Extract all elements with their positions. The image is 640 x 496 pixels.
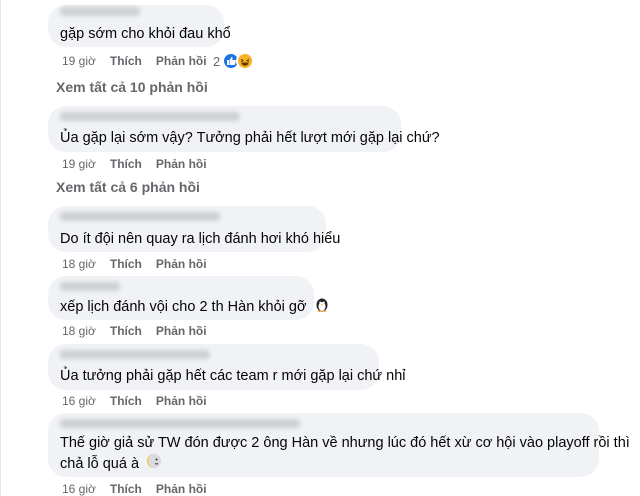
comment-actions: 18 giờ Thích Phản hồi xyxy=(62,323,221,339)
reply-button[interactable]: Phản hồi xyxy=(156,54,207,68)
view-all-replies-link[interactable]: Xem tất cả 6 phản hồi xyxy=(56,179,200,195)
comment-time[interactable]: 19 giờ xyxy=(62,157,96,171)
comment-text-content: xếp lịch đánh vội cho 2 th Hàn khỏi gỡ xyxy=(60,298,307,315)
comment-text: Ủa tưởng phải gặp hết các team r mới gặp… xyxy=(60,368,406,384)
comment-text-line1: Thế giờ giả sử TW đón được 2 ông Hàn về … xyxy=(60,435,630,451)
author-name-redacted xyxy=(60,350,210,359)
reply-button[interactable]: Phản hồi xyxy=(156,394,207,408)
like-button[interactable]: Thích xyxy=(110,157,142,171)
comment-bubble: Ủa tưởng phải gặp hết các team r mới gặp… xyxy=(48,344,406,390)
like-button[interactable]: Thích xyxy=(110,482,142,496)
author-name-redacted xyxy=(60,7,140,16)
reply-button[interactable]: Phản hồi xyxy=(156,324,207,338)
reply-button[interactable]: Phản hồi xyxy=(156,257,207,271)
author-name-redacted xyxy=(60,419,300,428)
comment-time[interactable]: 16 giờ xyxy=(62,394,96,408)
moon-emoji xyxy=(146,453,162,475)
like-button[interactable]: Thích xyxy=(110,394,142,408)
comment-time[interactable]: 19 giờ xyxy=(62,54,96,68)
comment-actions: 19 giờ Thích Phản hồi xyxy=(62,156,221,172)
author-name-redacted xyxy=(60,112,240,121)
comment-actions: 19 giờ Thích Phản hồi xyxy=(62,53,221,69)
like-button[interactable]: Thích xyxy=(110,324,142,338)
comment-text-content: chả lỗ quá à xyxy=(60,455,140,472)
penguin-emoji xyxy=(314,296,330,318)
comment-time[interactable]: 18 giờ xyxy=(62,257,96,271)
like-button[interactable]: Thích xyxy=(110,54,142,68)
comment-bubble: Thế giờ giả sử TW đón được 2 ông Hàn về … xyxy=(48,413,630,477)
haha-icon xyxy=(236,52,255,70)
author-name-redacted xyxy=(60,212,220,221)
reply-button[interactable]: Phản hồi xyxy=(156,482,207,496)
comment-actions: 16 giờ Thích Phản hồi xyxy=(62,393,221,409)
comment-text: Ủa gặp lại sớm vậy? Tưởng phải hết lượt … xyxy=(60,130,440,146)
comment-bubble: xếp lịch đánh vội cho 2 th Hàn khỏi gỡ xyxy=(48,276,328,320)
comment-actions: 16 giờ Thích Phản hồi xyxy=(62,481,221,496)
comment-actions: 18 giờ Thích Phản hồi xyxy=(62,256,221,272)
like-button[interactable]: Thích xyxy=(110,257,142,271)
comment-time[interactable]: 18 giờ xyxy=(62,324,96,338)
comment-bubble: gặp sớm cho khỏi đau khổ xyxy=(48,5,231,47)
view-all-replies-link[interactable]: Xem tất cả 10 phản hồi xyxy=(56,79,208,95)
comment-bubble: Do ít đội nên quay ra lịch đánh hơi khó … xyxy=(48,206,340,252)
comment-text: Do ít đội nên quay ra lịch đánh hơi khó … xyxy=(60,231,341,247)
comment-text-line2: chả lỗ quá à xyxy=(60,453,162,475)
thread-line xyxy=(0,0,1,496)
author-name-redacted xyxy=(60,282,120,291)
comment-text: gặp sớm cho khỏi đau khổ xyxy=(60,26,231,42)
comment-text: xếp lịch đánh vội cho 2 th Hàn khỏi gỡ xyxy=(60,296,330,318)
comment-bubble: Ủa gặp lại sớm vậy? Tưởng phải hết lượt … xyxy=(48,106,440,152)
reply-button[interactable]: Phản hồi xyxy=(156,157,207,171)
comment-time[interactable]: 16 giờ xyxy=(62,482,96,496)
